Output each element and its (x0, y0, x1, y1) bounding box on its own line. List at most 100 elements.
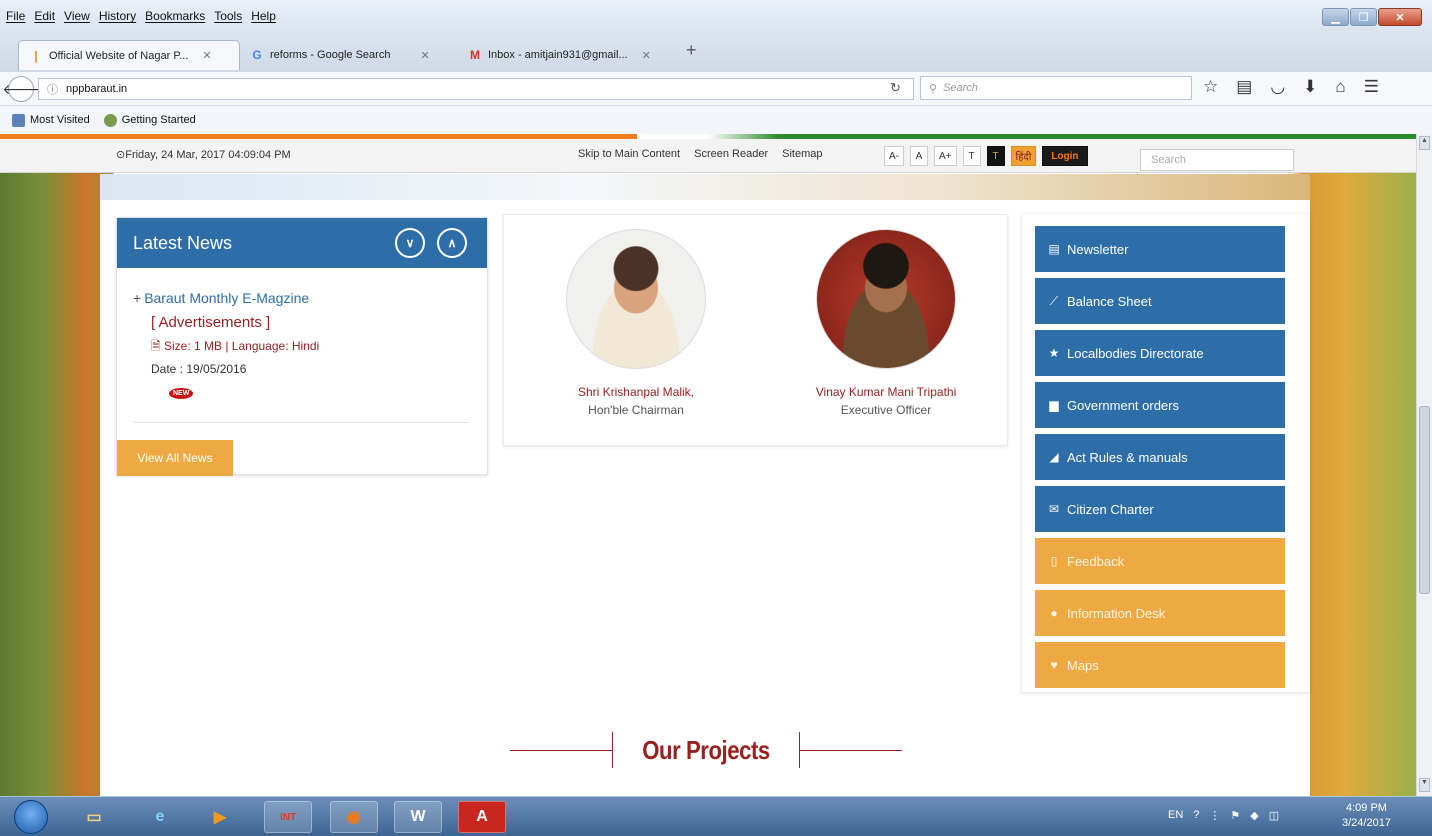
font-decrease-button[interactable]: A- (884, 146, 904, 166)
theme-light-button[interactable]: T (962, 146, 981, 166)
scroll-up-arrow-icon[interactable]: ▲ (1419, 136, 1430, 150)
folder-icon (12, 113, 25, 127)
official-role: Executive Officer (840, 403, 932, 417)
scroll-up-icon[interactable]: ∧ (437, 228, 467, 258)
security-icon[interactable]: ◆ (1250, 809, 1258, 822)
balance-sheet-link[interactable]: ⟋ Balance Sheet (1035, 278, 1285, 324)
menu-bookmarks[interactable]: Bookmarks (145, 9, 205, 23)
information-desk-link[interactable]: ● Information Desk (1035, 590, 1285, 636)
executive-photo (816, 229, 956, 369)
clock-time: 4:09 PM (1345, 802, 1387, 814)
localbodies-directorate-link[interactable]: ★ Localbodies Directorate (1035, 330, 1285, 376)
menu-view[interactable]: View (64, 9, 90, 23)
firefox-icon[interactable]: ◉ (330, 801, 378, 833)
tab-title: Official Website of Nagar P... (49, 49, 189, 62)
hindi-language-button[interactable]: हिंदी (1010, 146, 1037, 166)
download-icon[interactable]: ⬇ (1303, 77, 1317, 97)
skip-to-main-link[interactable]: Skip to Main Content (578, 148, 680, 160)
bookmark-star-icon[interactable]: ☆ (1203, 77, 1218, 97)
file-explorer-icon[interactable]: ▭ (70, 801, 118, 833)
windows-taskbar: ▭ e ▶ INT ◉ W A EN ? ⋮ ⚑ ◆ ◫ 4:09 PM 3/2… (0, 796, 1432, 836)
new-tab-button[interactable]: + (686, 40, 697, 61)
tab-gmail-inbox[interactable]: M Inbox - amitjain931@gmail... ✕ (458, 40, 678, 70)
close-window-button[interactable]: ✕ (1378, 8, 1422, 26)
government-orders-link[interactable]: ▆ Government orders (1035, 382, 1285, 428)
tab-title: Inbox - amitjain931@gmail... (488, 49, 628, 61)
internet-explorer-icon[interactable]: e (136, 801, 184, 833)
maps-link[interactable]: ♥ Maps (1035, 642, 1285, 688)
act-rules-manuals-link[interactable]: ◢ Act Rules & manuals (1035, 434, 1285, 480)
magnifier-icon: ⚲ (929, 82, 938, 95)
menu-edit[interactable]: Edit (34, 9, 55, 23)
theme-dark-button[interactable]: T (986, 146, 1005, 166)
map-marker-icon: ♥ (1050, 658, 1058, 672)
menu-tools[interactable]: Tools (214, 9, 242, 23)
back-button[interactable]: 🡐 (2, 76, 40, 102)
reload-icon[interactable]: ↻ (890, 80, 901, 96)
maximize-button[interactable]: ❐ (1350, 8, 1377, 26)
home-icon[interactable]: ⌂ (1335, 77, 1345, 97)
site-datetime: ⊙Friday, 24 Mar, 2017 04:09:04 PM (116, 149, 291, 161)
site-search-input[interactable]: Search (1140, 149, 1294, 171)
news-item-title[interactable]: + Baraut Monthly E-Magzine (133, 290, 487, 306)
flag-icon[interactable]: ⚑ (1230, 809, 1240, 822)
bookmark-label: Getting Started (121, 114, 196, 126)
official-role: Hon'ble Chairman (588, 403, 684, 417)
menu-help[interactable]: Help (251, 9, 276, 23)
browser-search-input[interactable]: ⚲ Search (920, 76, 1192, 100)
tab-google-search[interactable]: G reforms - Google Search ✕ (240, 40, 454, 70)
divider (611, 732, 613, 768)
pocket-icon[interactable]: ◡ (1270, 77, 1285, 97)
site-top-bar: ⊙Friday, 24 Mar, 2017 04:09:04 PM Skip t… (0, 139, 1416, 173)
plus-icon: + (133, 290, 142, 306)
close-tab-icon[interactable]: ✕ (420, 49, 429, 62)
hamburger-menu-icon[interactable]: ☰ (1364, 77, 1379, 97)
start-button[interactable] (14, 800, 48, 834)
official-name: Shri Krishanpal Malik, (577, 385, 695, 399)
info-icon[interactable]: ⓘ (47, 81, 58, 97)
document-icon: ▆ (1049, 398, 1059, 412)
menu-file[interactable]: File (6, 9, 25, 23)
tab-nagar-website[interactable]: | Official Website of Nagar P... ✕ (18, 40, 240, 70)
vertical-scrollbar[interactable]: ▲ ▼ (1416, 134, 1432, 796)
officials-panel: Shri Krishanpal Malik, Hon'ble Chairman … (503, 214, 1008, 446)
login-button[interactable]: Login (1042, 146, 1088, 166)
official-name: Vinay Kumar Mani Tripathi (815, 385, 957, 399)
bookmark-getting-started[interactable]: Getting Started (103, 113, 196, 127)
menu-history[interactable]: History (99, 9, 136, 23)
network-icon[interactable]: ⋮ (1209, 809, 1220, 822)
divider (800, 749, 902, 751)
close-tab-icon[interactable]: ✕ (202, 49, 211, 62)
media-player-icon[interactable]: ▶ (196, 801, 244, 833)
acrobat-icon[interactable]: A (458, 801, 506, 833)
banner-strip (100, 174, 1310, 200)
app-icon[interactable]: INT (264, 801, 312, 833)
screen-reader-link[interactable]: Screen Reader (694, 148, 768, 160)
newsletter-link[interactable]: ▤ Newsletter (1035, 226, 1285, 272)
language-indicator[interactable]: EN (1168, 809, 1183, 822)
close-tab-icon[interactable]: ✕ (642, 49, 651, 62)
minimize-button[interactable]: ▁ (1322, 8, 1349, 26)
volume-icon[interactable]: ◫ (1269, 809, 1279, 822)
menu-bar: File Edit View History Bookmarks Tools H… (0, 0, 1432, 36)
scroll-down-icon[interactable]: ∨ (395, 228, 425, 258)
font-normal-button[interactable]: A (910, 146, 928, 166)
help-icon[interactable]: ? (1193, 809, 1199, 822)
page-icon: | (34, 48, 38, 63)
taskbar-clock[interactable]: 4:09 PM 3/24/2017 (1342, 801, 1391, 831)
newspaper-icon: ▤ (1048, 242, 1060, 256)
sitemap-link[interactable]: Sitemap (782, 148, 822, 160)
star-icon: ★ (1048, 346, 1060, 360)
font-increase-button[interactable]: A+ (934, 146, 957, 166)
feedback-link[interactable]: ▯ Feedback (1035, 538, 1285, 584)
url-bar[interactable]: ⓘ nppbaraut.in (38, 78, 914, 100)
latest-news-header: Latest News ∨ ∧ (117, 218, 487, 268)
view-all-news-button[interactable]: View All News (117, 440, 233, 476)
word-icon[interactable]: W (394, 801, 442, 833)
reading-list-icon[interactable]: ▤ (1236, 77, 1252, 97)
bookmark-most-visited[interactable]: Most Visited (12, 113, 90, 127)
citizen-charter-link[interactable]: ✉ Citizen Charter (1035, 486, 1285, 532)
tab-title: reforms - Google Search (270, 49, 391, 61)
scrollbar-thumb[interactable] (1419, 406, 1430, 594)
scroll-down-arrow-icon[interactable]: ▼ (1419, 778, 1430, 792)
